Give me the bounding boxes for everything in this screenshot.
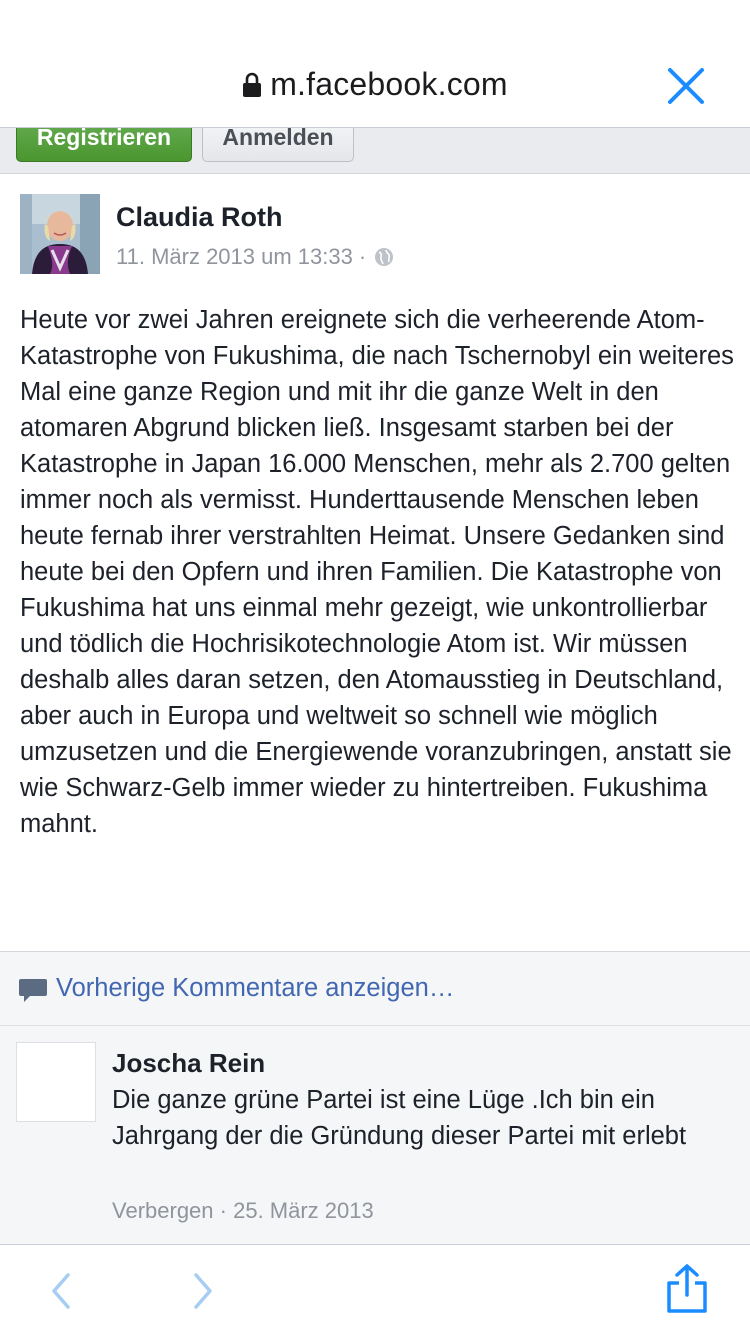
safari-view: m.facebook.com Registrieren Anmelden Cla… <box>0 0 750 1334</box>
url-text: m.facebook.com <box>270 65 508 102</box>
globe-icon <box>374 247 394 267</box>
comment-meta-separator: · <box>213 1198 234 1223</box>
previous-comments-link[interactable]: Vorherige Kommentare anzeigen… <box>0 952 750 1026</box>
lock-icon <box>242 72 262 98</box>
comment-bubble-icon <box>18 977 48 1005</box>
post: Claudia Roth 11. März 2013 um 13:33 · He… <box>0 174 750 952</box>
author-avatar[interactable] <box>20 194 100 274</box>
share-icon[interactable] <box>664 1263 710 1315</box>
comments-section: Vorherige Kommentare anzeigen… Joscha Re… <box>0 952 750 1244</box>
url-display[interactable]: m.facebook.com <box>0 62 750 106</box>
chevron-right-icon[interactable] <box>186 1269 220 1313</box>
commenter-avatar[interactable] <box>16 1042 96 1122</box>
chevron-left-icon[interactable] <box>44 1269 78 1313</box>
post-meta: 11. März 2013 um 13:33 · <box>116 244 394 270</box>
close-icon[interactable] <box>666 66 706 106</box>
browser-bottom-toolbar <box>0 1244 750 1334</box>
comment-date[interactable]: 25. März 2013 <box>233 1198 374 1223</box>
comment-meta: Verbergen · 25. März 2013 <box>112 1198 374 1224</box>
register-button[interactable]: Registrieren <box>16 128 192 162</box>
post-text: Heute vor zwei Jahren ereignete sich die… <box>20 306 734 838</box>
previous-comments-label: Vorherige Kommentare anzeigen… <box>56 974 455 1002</box>
comment-text: Die ganze grüne Partei ist eine Lüge .Ic… <box>112 1086 687 1150</box>
post-author[interactable]: Claudia Roth <box>116 202 283 233</box>
hide-comment-link[interactable]: Verbergen <box>112 1198 214 1223</box>
comment-author[interactable]: Joscha Rein <box>112 1048 265 1079</box>
browser-top-bar: m.facebook.com <box>0 0 750 128</box>
auth-button-strip: Registrieren Anmelden <box>0 128 750 174</box>
login-button[interactable]: Anmelden <box>202 128 354 162</box>
post-timestamp[interactable]: 11. März 2013 um 13:33 <box>116 244 353 270</box>
meta-separator: · <box>358 244 367 269</box>
comment-item: Joscha Rein Die ganze grüne Partei ist e… <box>0 1026 750 1244</box>
